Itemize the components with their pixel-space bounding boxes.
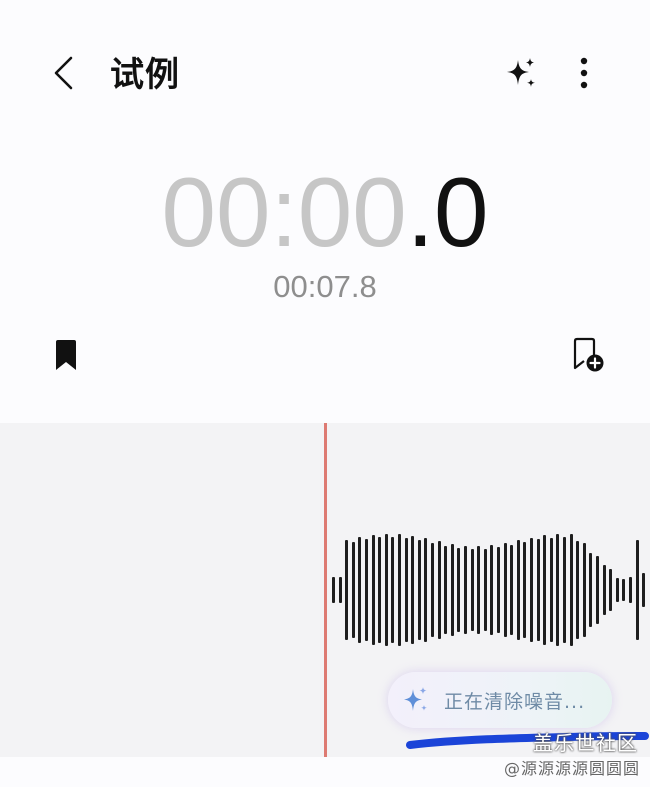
- waveform-bar: [543, 535, 547, 645]
- waveform-area[interactable]: 正在清除噪音...: [0, 423, 650, 757]
- top-bar: 试例: [0, 0, 650, 150]
- waveform-bar: [371, 535, 375, 645]
- elapsed-time: 00:00.0: [0, 155, 650, 270]
- playhead[interactable]: [324, 423, 327, 757]
- ai-assist-button[interactable]: [500, 52, 542, 94]
- waveform-bar: [582, 543, 586, 637]
- waveform-bar: [470, 548, 474, 632]
- bookmark-button[interactable]: [46, 334, 86, 376]
- waveform-bar: [404, 537, 408, 642]
- waveform-bar: [576, 540, 580, 640]
- waveform-bar: [622, 579, 626, 601]
- sparkle-icon: [404, 687, 427, 711]
- waveform-bar: [424, 538, 428, 642]
- bookmark-icon: [56, 340, 76, 370]
- elapsed-time-main: 00:00: [161, 157, 407, 267]
- waveform-bar: [563, 537, 566, 643]
- waveform-bar: [338, 577, 342, 603]
- waveform-bar: [556, 534, 560, 646]
- waveform-bar: [391, 537, 395, 643]
- waveform-bar: [596, 555, 599, 625]
- waveform-bar: [477, 545, 481, 634]
- waveform-bar: [398, 534, 401, 646]
- noise-reduction-indicator: 正在清除噪音...: [388, 672, 612, 728]
- waveform-bar: [332, 577, 335, 603]
- waveform-bar: [549, 537, 553, 643]
- waveform-bar: [589, 552, 593, 628]
- watermark-user: @源源源源圆圆圆: [503, 759, 640, 778]
- waveform-bar: [358, 537, 362, 643]
- waveform-bar: [464, 545, 467, 635]
- waveform-bar: [503, 543, 507, 637]
- waveform-bar: [510, 544, 514, 636]
- waveform-bar: [523, 541, 527, 639]
- waveform-bar: [351, 541, 355, 639]
- waveform-bar: [530, 537, 533, 643]
- waveform-bar: [378, 537, 382, 643]
- waveform-bar: [569, 534, 573, 646]
- waveform-bar: [602, 565, 606, 615]
- more-vertical-icon: [580, 57, 588, 89]
- waveform-bar: [635, 540, 639, 640]
- more-options-button[interactable]: [566, 52, 602, 94]
- waveform-bar: [345, 540, 349, 640]
- waveform-bar: [497, 547, 500, 633]
- waveform-bar: [615, 578, 619, 602]
- waveform-bar: [384, 534, 388, 646]
- elapsed-time-fraction: .0: [406, 157, 489, 267]
- waveform-bar: [417, 540, 421, 640]
- waveform-bar: [642, 573, 646, 607]
- watermark-brand: 盖乐世社区: [533, 731, 638, 755]
- add-bookmark-button[interactable]: [566, 334, 610, 376]
- page-title: 试例: [110, 55, 180, 95]
- sparkle-icon: [507, 58, 535, 87]
- chevron-left-icon: [54, 56, 73, 90]
- waveform-bar: [490, 545, 494, 635]
- back-button[interactable]: [40, 50, 86, 96]
- waveform-bar: [450, 543, 454, 637]
- waveform-bar: [629, 577, 632, 603]
- waveform-bar: [444, 545, 448, 635]
- waveform-bar: [437, 541, 441, 639]
- waveform-bar: [536, 539, 540, 641]
- waveform-bar: [365, 539, 368, 641]
- waveform-bar: [483, 548, 487, 632]
- waveform-bar: [411, 535, 415, 645]
- waveform-bar: [609, 568, 613, 612]
- bookmark-add-icon: [573, 337, 604, 372]
- waveform-bar: [457, 547, 461, 633]
- total-duration: 00:07.8: [273, 269, 377, 304]
- noise-reduction-label: 正在清除噪音...: [444, 690, 586, 713]
- waveform-bar: [431, 542, 434, 638]
- waveform-bar: [516, 540, 520, 640]
